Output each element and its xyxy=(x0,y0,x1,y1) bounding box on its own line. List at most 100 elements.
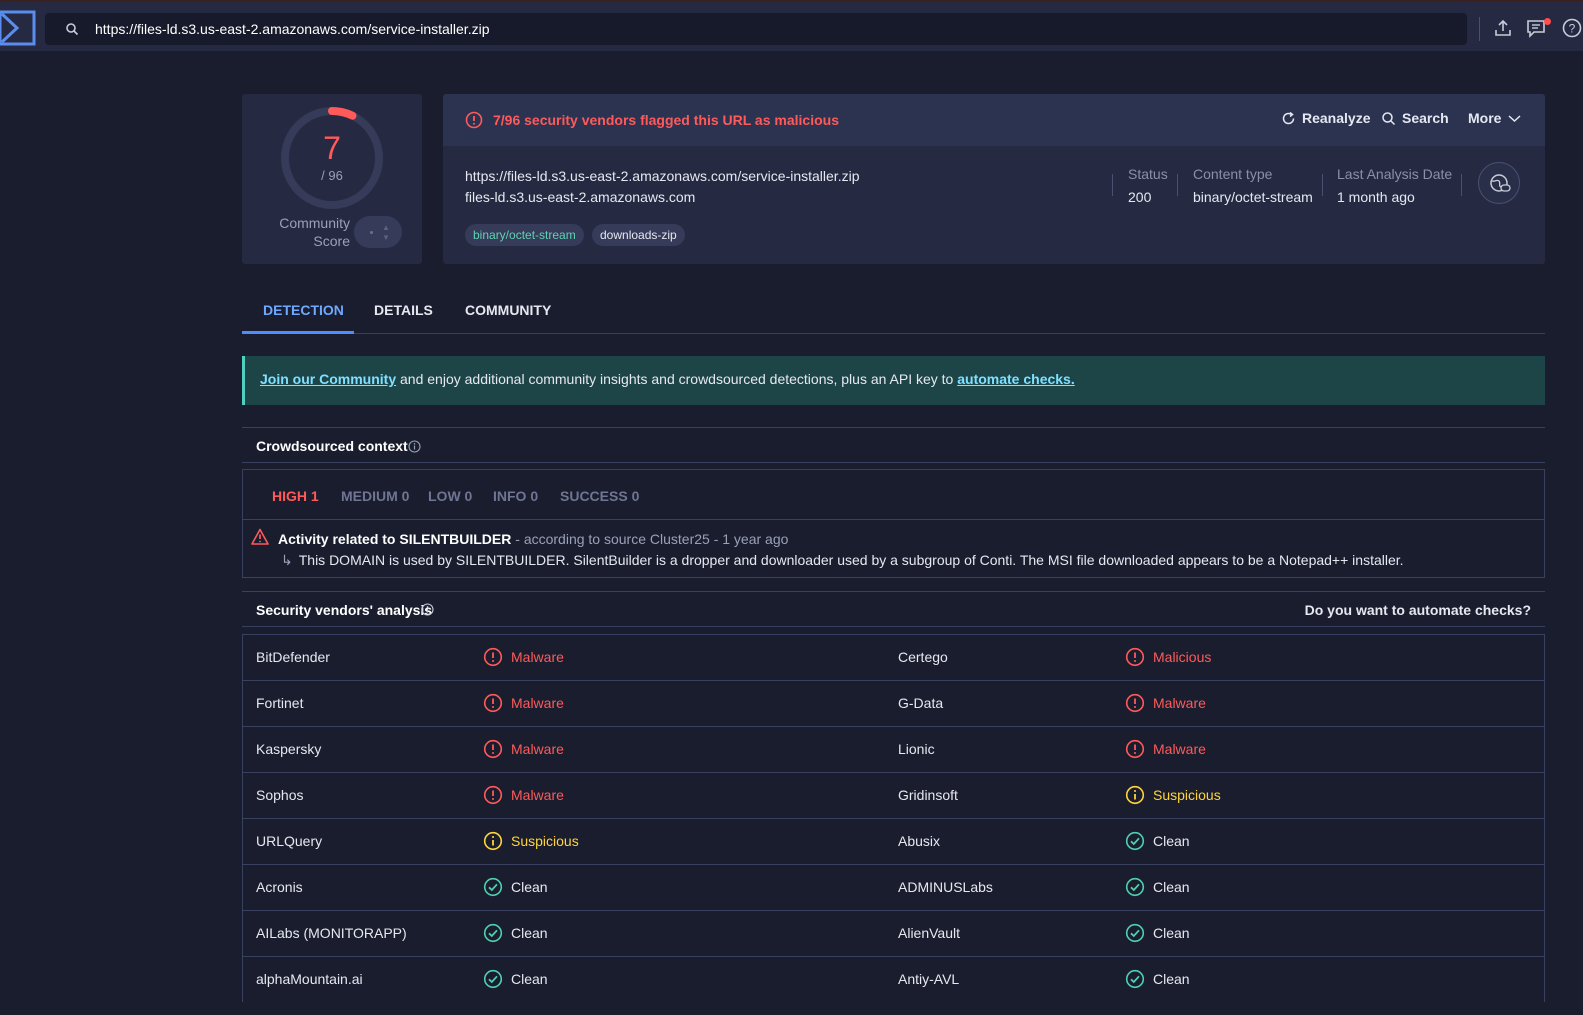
vendor-name: G-Data xyxy=(898,695,944,711)
banner-text: Join our Community and enjoy additional … xyxy=(260,371,1075,387)
warning-triangle-icon xyxy=(251,528,269,545)
clean-check-icon xyxy=(1125,831,1145,851)
vendor-name: URLQuery xyxy=(256,833,323,849)
info-icon[interactable] xyxy=(408,440,421,453)
vendor-name: Certego xyxy=(898,649,948,665)
url-summary-card: 7/96 security vendors flagged this URL a… xyxy=(443,94,1545,264)
severity-info-tab[interactable]: INFO 0 xyxy=(493,488,538,504)
activity-title[interactable]: Activity related to SILENTBUILDER xyxy=(278,531,511,547)
tab-details[interactable]: DETAILS xyxy=(374,302,433,318)
vendor-name: Fortinet xyxy=(256,695,304,711)
status-label: Status xyxy=(1128,166,1168,182)
vendor-result: Clean xyxy=(1153,879,1190,895)
vendor-result: Malicious xyxy=(1153,649,1212,665)
virustotal-logo-icon[interactable] xyxy=(0,10,36,46)
globe-link-button[interactable] xyxy=(1478,162,1520,204)
toolbar-divider xyxy=(1479,17,1480,41)
help-icon[interactable]: ? xyxy=(1561,17,1583,39)
tag-binary-octet-stream[interactable]: binary/octet-stream xyxy=(465,224,584,246)
vote-down-icon[interactable]: ▼ xyxy=(382,233,390,242)
vendor-name: AlienVault xyxy=(898,925,961,941)
vendors-table: BitDefender Malware Certego Malicious Fortin… xyxy=(242,634,1545,1002)
vendor-name: Kaspersky xyxy=(256,741,322,757)
banner-body: and enjoy additional community insights … xyxy=(396,371,958,387)
clean-check-icon xyxy=(483,877,503,897)
svg-text:?: ? xyxy=(1569,22,1576,36)
automate-checks-link[interactable]: automate checks. xyxy=(957,371,1075,387)
url-search-box[interactable] xyxy=(45,13,1467,45)
malicious-alert-icon xyxy=(1125,693,1145,713)
chevron-down-icon xyxy=(1508,114,1521,122)
vendor-name: alphaMountain.ai xyxy=(256,971,363,987)
reanalyze-button[interactable]: Reanalyze xyxy=(1281,110,1370,126)
content-type-label: Content type xyxy=(1193,166,1273,182)
vendor-result: Malware xyxy=(1153,741,1206,757)
automate-checks-link[interactable]: Do you want to automate checks? xyxy=(1305,602,1531,618)
clean-check-icon xyxy=(1125,877,1145,897)
vendor-result: Clean xyxy=(511,925,548,941)
reanalyze-label: Reanalyze xyxy=(1302,110,1371,126)
join-community-banner: Join our Community and enjoy additional … xyxy=(242,356,1545,405)
meta-divider xyxy=(1461,174,1462,196)
vendor-row: Fortinet Malware G-Data Malware xyxy=(243,680,1544,726)
meta-divider xyxy=(1322,174,1323,196)
severity-high-tab[interactable]: HIGH 1 xyxy=(272,488,319,504)
activity-description: ↳ This DOMAIN is used by SILENTBUILDER. S… xyxy=(281,552,1404,569)
activity-source: - according to source Cluster25 - 1 year… xyxy=(511,531,789,547)
vote-up-icon[interactable]: ▲ xyxy=(382,223,390,232)
search-label: Search xyxy=(1402,110,1449,126)
vendor-name: Sophos xyxy=(256,787,304,803)
vendor-row: AILabs (MONITORAPP) Clean AlienVault Clean xyxy=(243,910,1544,956)
tag-downloads-zip[interactable]: downloads-zip xyxy=(592,224,685,246)
scanned-url: https://files-ld.s3.us-east-2.amazonaws.… xyxy=(465,168,860,184)
vendor-result: Suspicious xyxy=(1153,787,1221,803)
vendor-row: Kaspersky Malware Lionic Malware xyxy=(243,726,1544,772)
tab-detection[interactable]: DETECTION xyxy=(263,302,344,318)
clean-check-icon xyxy=(1125,923,1145,943)
join-community-link[interactable]: Join our Community xyxy=(260,371,396,387)
scanned-host: files-ld.s3.us-east-2.amazonaws.com xyxy=(465,189,696,205)
top-bar: ? xyxy=(0,0,1583,51)
vendor-result: Clean xyxy=(1153,925,1190,941)
severity-low-tab[interactable]: LOW 0 xyxy=(428,488,472,504)
more-menu-button[interactable]: More xyxy=(1468,110,1522,126)
meta-divider xyxy=(1177,174,1178,196)
severity-success-tab[interactable]: SUCCESS 0 xyxy=(560,488,639,504)
malicious-alert-icon xyxy=(483,647,503,667)
notification-badge xyxy=(1544,18,1551,25)
vendor-result: Clean xyxy=(511,879,548,895)
vendor-row: Acronis Clean ADMINUSLabs Clean xyxy=(243,864,1544,910)
vendor-result: Clean xyxy=(1153,833,1190,849)
report-tabs: DETECTION DETAILS COMMUNITY xyxy=(242,296,1545,334)
vendor-row: BitDefender Malware Certego Malicious xyxy=(243,634,1544,680)
clean-check-icon xyxy=(1125,969,1145,989)
status-value: 200 xyxy=(1128,189,1152,205)
tab-community[interactable]: COMMUNITY xyxy=(465,302,551,318)
vendor-name: Antiy-AVL xyxy=(898,971,960,987)
detection-count: 7 xyxy=(323,130,341,166)
vendors-analysis-header: Security vendors' analysis Do you want t… xyxy=(242,591,1545,627)
more-label: More xyxy=(1468,110,1502,126)
vendor-row: alphaMountain.ai Clean Antiy-AVL Clean xyxy=(243,956,1544,1002)
meta-divider xyxy=(1112,174,1113,196)
search-button[interactable]: Search xyxy=(1381,110,1449,126)
vendor-name: Abusix xyxy=(898,833,941,849)
search-icon xyxy=(66,23,79,36)
refresh-icon xyxy=(1282,111,1295,124)
community-score-label: Community Score xyxy=(279,215,350,249)
sub-arrow-icon: ↳ xyxy=(281,552,293,568)
last-analysis-label: Last Analysis Date xyxy=(1337,166,1453,182)
community-vote-control[interactable]: ▲ ▼ xyxy=(354,216,402,248)
search-icon xyxy=(1382,111,1396,125)
vendor-result: Malware xyxy=(511,649,564,665)
globe-link-icon xyxy=(1490,174,1511,192)
upload-icon[interactable] xyxy=(1492,17,1514,39)
info-icon[interactable] xyxy=(421,603,434,616)
suspicious-info-icon xyxy=(483,831,503,851)
severity-filter-tabs: HIGH 1 MEDIUM 0 LOW 0 INFO 0 SUCCESS 0 xyxy=(243,470,1544,520)
search-input[interactable] xyxy=(95,13,1455,45)
vendor-name: Acronis xyxy=(256,879,303,895)
malicious-alert-icon xyxy=(483,785,503,805)
severity-medium-tab[interactable]: MEDIUM 0 xyxy=(341,488,409,504)
vendor-row: Sophos Malware Gridinsoft Suspicious xyxy=(243,772,1544,818)
